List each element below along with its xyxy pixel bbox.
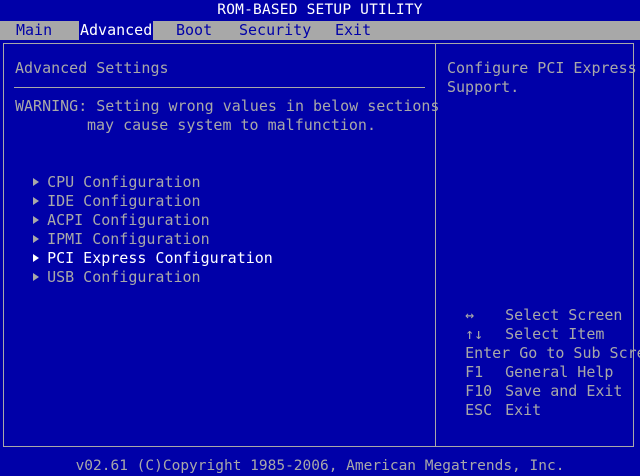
submenu-usb-configuration[interactable]: USB Configuration (15, 249, 201, 287)
warning-line-1: WARNING: Setting wrong values in below s… (15, 97, 440, 115)
tab-exit[interactable]: Exit (334, 21, 372, 40)
menu-bar: Main Advanced Boot Security Exit (0, 21, 640, 40)
window-title: ROM-BASED SETUP UTILITY (0, 0, 640, 21)
help-text-line-2: Support. (447, 78, 520, 96)
tab-advanced[interactable]: Advanced (79, 21, 154, 40)
tab-boot[interactable]: Boot (175, 21, 213, 40)
section-heading: Advanced Settings (15, 59, 169, 77)
heading-divider (14, 87, 425, 88)
tab-security[interactable]: Security (238, 21, 312, 40)
submenu-label: USB Configuration (47, 268, 201, 286)
triangle-right-icon (33, 272, 40, 281)
tab-main[interactable]: Main (15, 21, 53, 40)
help-text-line-1: Configure PCI Express (447, 59, 637, 77)
key-hint-action: Exit (505, 401, 542, 419)
key-hint-exit: ESC Exit (447, 382, 541, 420)
key-hint-key: ESC (465, 401, 493, 419)
copyright-footer: v02.61 (C)Copyright 1985-2006, American … (75, 458, 565, 474)
warning-line-2: may cause system to malfunction. (87, 116, 376, 134)
